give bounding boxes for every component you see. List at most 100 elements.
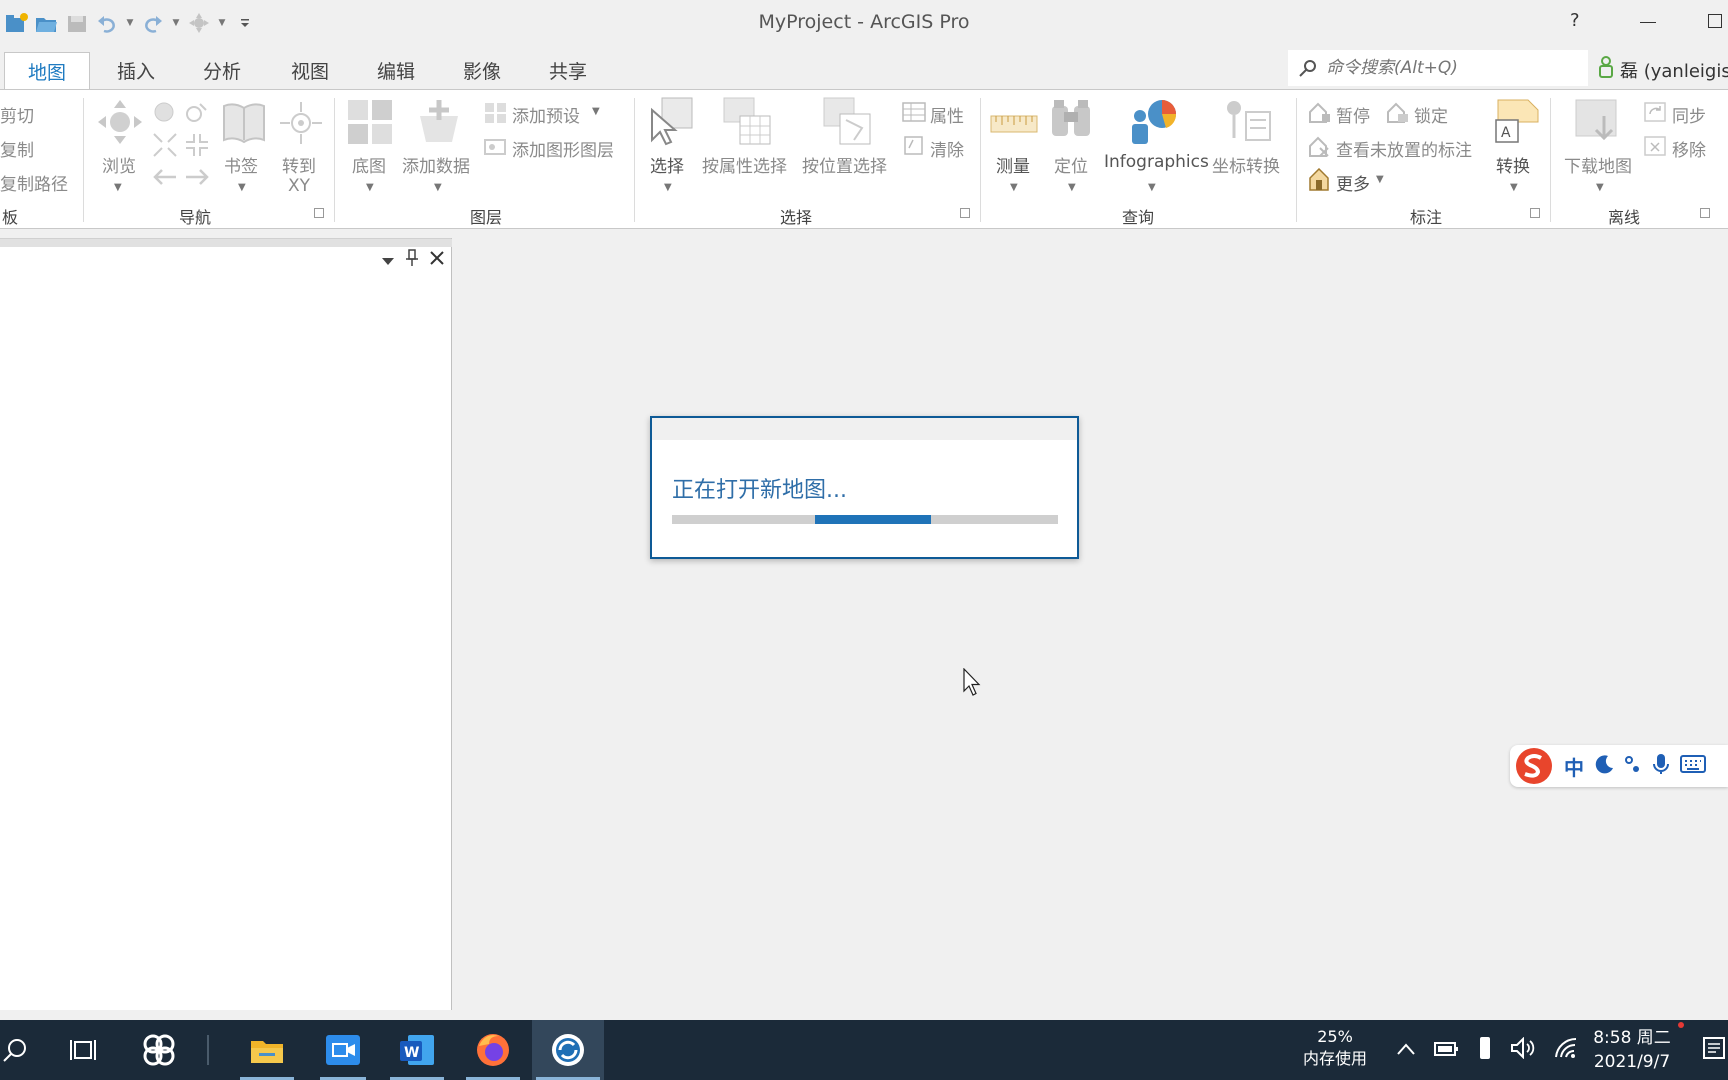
attributes-icon[interactable]: [902, 102, 926, 126]
search-input[interactable]: [1326, 54, 1576, 82]
more-labeling-icon[interactable]: [1308, 167, 1332, 196]
download-map-icon[interactable]: [1574, 98, 1622, 148]
measure-dropdown-icon[interactable]: ▼: [1010, 182, 1018, 193]
convert-dropdown-icon[interactable]: ▼: [1510, 182, 1518, 193]
lock-labels-button[interactable]: 锁定: [1414, 102, 1448, 127]
clear-selection-icon[interactable]: [904, 136, 924, 160]
coordinate-conversion-icon[interactable]: [1222, 98, 1272, 148]
action-center-icon[interactable]: [1702, 1036, 1726, 1064]
explore-button[interactable]: 浏览: [102, 152, 136, 177]
system-clock[interactable]: 8:58 周二 2021/9/7: [1576, 1026, 1688, 1074]
cut-button[interactable]: 剪切: [0, 102, 34, 127]
sogou-logo-icon[interactable]: [1514, 746, 1554, 786]
select-button[interactable]: 选择: [650, 152, 684, 177]
pause-labeling-button[interactable]: 暂停: [1336, 102, 1370, 127]
word-icon[interactable]: W: [386, 1020, 448, 1080]
sync-button[interactable]: 同步: [1672, 102, 1706, 127]
half-width-moon-icon[interactable]: [1594, 754, 1614, 778]
download-map-button[interactable]: 下载地图: [1564, 152, 1632, 177]
punctuation-icon[interactable]: [1624, 754, 1642, 778]
add-preset-button[interactable]: 添加预设: [512, 102, 580, 127]
copy-path-button[interactable]: 复制路径: [0, 170, 68, 195]
select-icon[interactable]: [648, 96, 696, 152]
coordinate-conversion-button[interactable]: 坐标转换: [1212, 152, 1280, 177]
taskbar-search-icon[interactable]: [0, 1020, 30, 1080]
copy-button[interactable]: 复制: [0, 136, 34, 161]
locate-dropdown-icon[interactable]: ▼: [1068, 182, 1076, 193]
basemap-button[interactable]: 底图: [352, 152, 386, 177]
pause-labeling-icon[interactable]: [1308, 102, 1332, 128]
convert-labels-button[interactable]: 转换: [1496, 152, 1530, 177]
download-map-dropdown-icon[interactable]: ▼: [1596, 182, 1604, 193]
convert-labels-icon[interactable]: A: [1492, 98, 1540, 148]
tab-imagery[interactable]: 影像: [446, 52, 518, 90]
tab-share[interactable]: 共享: [532, 52, 604, 90]
pane-options-icon[interactable]: [381, 251, 395, 270]
selection-launcher-icon[interactable]: [960, 208, 970, 218]
keyboard-icon[interactable]: [1680, 755, 1706, 777]
add-data-dropdown-icon[interactable]: ▼: [434, 182, 442, 193]
microphone-icon[interactable]: [1652, 753, 1670, 779]
navigation-launcher-icon[interactable]: [314, 208, 324, 218]
remove-offline-icon[interactable]: [1644, 136, 1668, 162]
goto-xy-label-1[interactable]: 转到: [282, 152, 316, 177]
bookmarks-button[interactable]: 书签: [224, 152, 258, 177]
pinwheel-app-icon[interactable]: [136, 1020, 182, 1080]
tab-insert[interactable]: 插入: [100, 52, 172, 90]
basemap-dropdown-icon[interactable]: ▼: [366, 182, 374, 193]
video-app-icon[interactable]: [316, 1020, 370, 1080]
close-icon[interactable]: [429, 250, 445, 270]
explore-dropdown-icon[interactable]: ▼: [114, 182, 122, 193]
add-preset-dropdown-icon[interactable]: ▼: [592, 106, 600, 117]
battery-icon[interactable]: [1434, 1039, 1460, 1061]
select-by-attributes-icon[interactable]: [722, 96, 772, 150]
add-data-button[interactable]: 添加数据: [402, 152, 470, 177]
add-data-icon[interactable]: [414, 96, 464, 150]
basemap-icon[interactable]: [346, 98, 394, 150]
bookmarks-icon[interactable]: [220, 100, 268, 148]
view-unplaced-button[interactable]: 查看未放置的标注: [1336, 136, 1472, 161]
goto-xy-label-2[interactable]: XY: [288, 176, 310, 196]
previous-extent-icon[interactable]: [152, 166, 178, 192]
pin-icon[interactable]: [405, 249, 419, 271]
zoom-out-fixed-icon[interactable]: [184, 132, 210, 162]
add-graphics-layer-icon[interactable]: [484, 136, 508, 162]
more-labeling-dropdown-icon[interactable]: ▼: [1376, 174, 1384, 185]
offline-launcher-icon[interactable]: [1700, 208, 1710, 218]
labeling-launcher-icon[interactable]: [1530, 208, 1540, 218]
more-labeling-button[interactable]: 更多: [1336, 170, 1370, 195]
user-account[interactable]: 磊 (yanleigis): [1598, 56, 1728, 83]
lock-labels-icon[interactable]: [1386, 102, 1410, 128]
usb-device-icon[interactable]: [1478, 1036, 1492, 1064]
tab-view[interactable]: 视图: [274, 52, 346, 90]
measure-icon[interactable]: [990, 112, 1038, 142]
tab-edit[interactable]: 编辑: [360, 52, 432, 90]
full-extent-icon[interactable]: [152, 100, 176, 128]
bookmarks-dropdown-icon[interactable]: ▼: [238, 182, 246, 193]
minimize-button[interactable]: [1640, 22, 1656, 23]
volume-icon[interactable]: [1510, 1036, 1536, 1063]
attributes-button[interactable]: 属性: [930, 102, 964, 127]
locate-icon[interactable]: [1048, 98, 1094, 148]
help-button[interactable]: ?: [1570, 10, 1580, 31]
zoom-in-fixed-icon[interactable]: [152, 132, 178, 162]
next-extent-icon[interactable]: [184, 166, 210, 192]
select-dropdown-icon[interactable]: ▼: [664, 182, 672, 193]
fixed-zoom-icon[interactable]: [184, 100, 210, 128]
ime-mode-indicator[interactable]: 中: [1564, 752, 1584, 781]
infographics-dropdown-icon[interactable]: ▼: [1148, 182, 1156, 193]
arcgis-pro-icon[interactable]: [532, 1020, 604, 1080]
add-graphics-layer-button[interactable]: 添加图形图层: [512, 136, 614, 161]
measure-button[interactable]: 测量: [996, 152, 1030, 177]
sync-icon[interactable]: [1644, 102, 1668, 128]
wifi-icon[interactable]: [1554, 1037, 1578, 1063]
select-by-location-icon[interactable]: [822, 96, 872, 150]
select-by-location-button[interactable]: 按位置选择: [802, 152, 887, 177]
clear-selection-button[interactable]: 清除: [930, 136, 964, 161]
locate-button[interactable]: 定位: [1054, 152, 1088, 177]
tab-analysis[interactable]: 分析: [186, 52, 258, 90]
infographics-icon[interactable]: [1126, 96, 1180, 150]
show-hidden-icons-chevron-up-icon[interactable]: [1396, 1041, 1416, 1060]
add-preset-icon[interactable]: [484, 102, 508, 128]
select-by-attributes-button[interactable]: 按属性选择: [702, 152, 787, 177]
